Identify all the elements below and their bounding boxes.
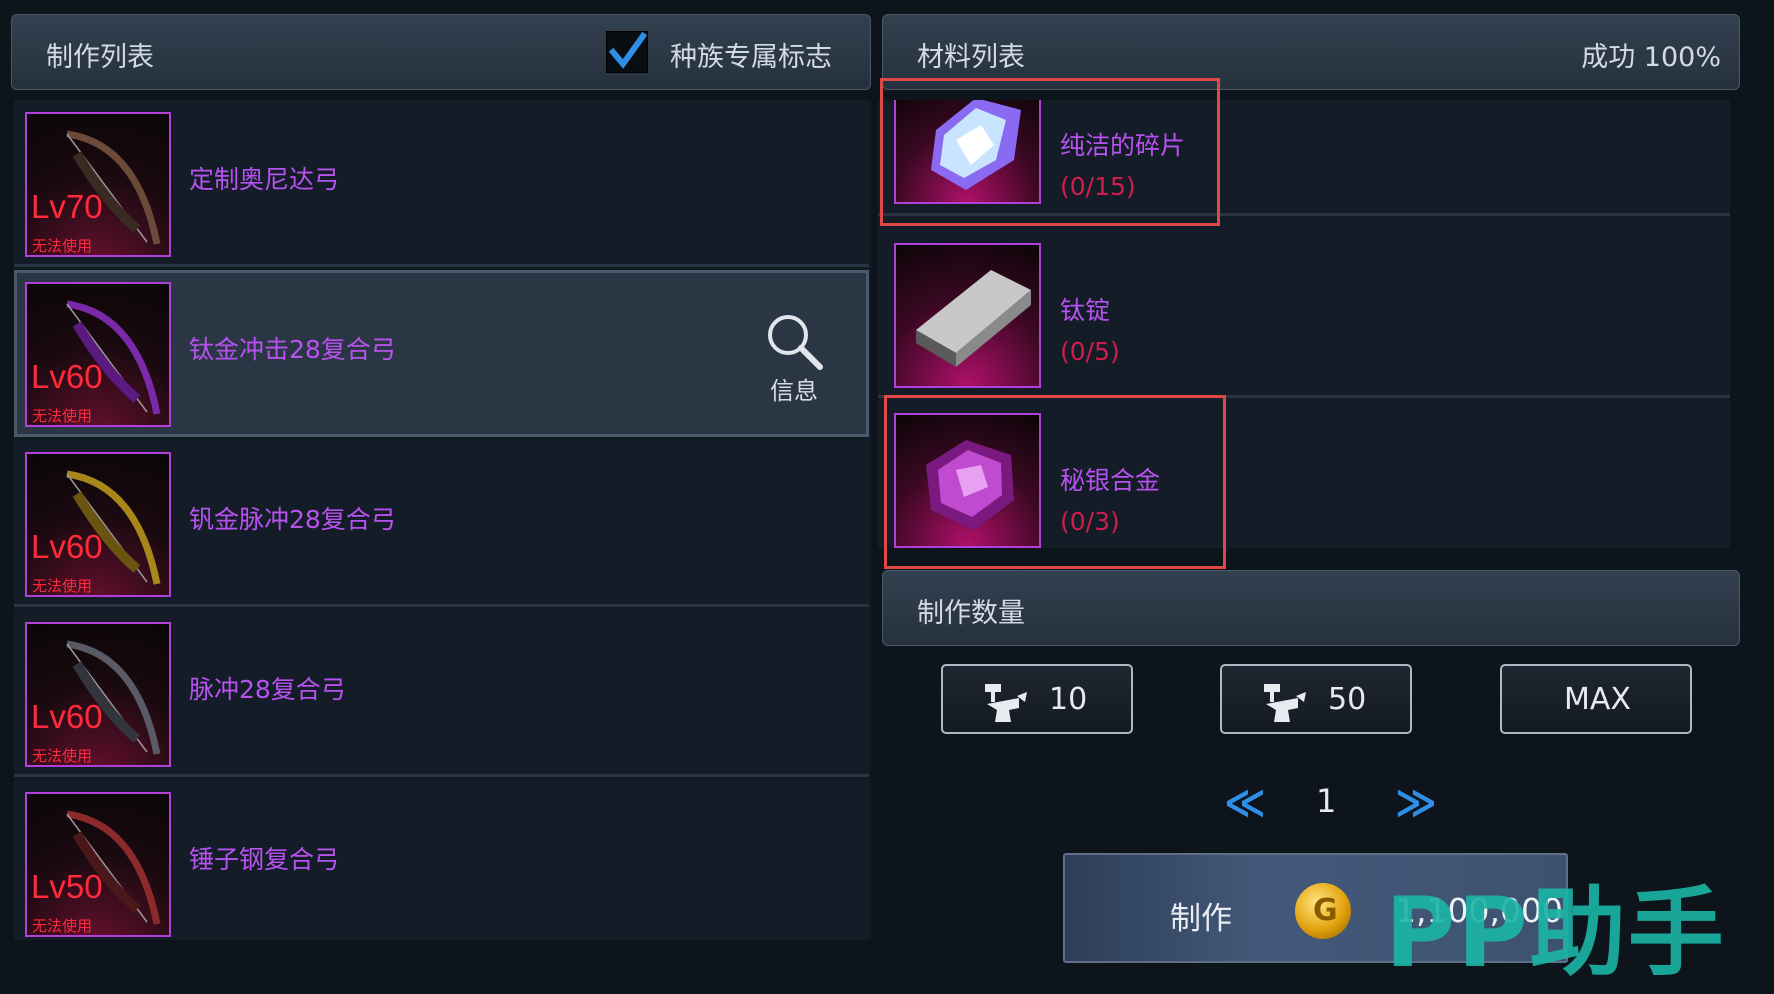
anvil-icon (985, 684, 1027, 722)
craft-label: 制作 (1170, 901, 1232, 937)
bow-thumbnail: Lv70 无法使用 (25, 112, 171, 257)
craft-item-row-selected[interactable]: Lv60 无法使用 钛金冲击28复合弓 信息 (14, 270, 869, 437)
item-name: 锤子钢复合弓 (189, 845, 340, 874)
quantity-label: 10 (1049, 682, 1088, 717)
item-name: 钛金冲击28复合弓 (189, 335, 396, 364)
quantity-value: 1 (1316, 782, 1337, 820)
craft-item-row[interactable]: Lv70 无法使用 定制奥尼达弓 (14, 100, 869, 267)
item-name: 脉冲28复合弓 (189, 675, 346, 704)
bow-thumbnail: Lv50 无法使用 (25, 792, 171, 937)
next-page-button[interactable]: ≫ (1395, 780, 1437, 826)
craft-list-header: 制作列表 种族专属标志 (11, 14, 871, 90)
item-status: 无法使用 (32, 747, 93, 765)
item-level: Lv50 (31, 868, 103, 905)
watermark: PP助手 (1385, 877, 1726, 989)
gold-coin-icon: G (1295, 883, 1351, 939)
craft-item-row[interactable]: Lv50 无法使用 锤子钢复合弓 (14, 780, 869, 940)
craft-item-row[interactable]: Lv60 无法使用 钒金脉冲28复合弓 (14, 440, 869, 607)
checkmark-icon (608, 31, 648, 69)
bow-thumbnail: Lv60 无法使用 (25, 622, 171, 767)
bow-thumbnail: Lv60 无法使用 (25, 282, 171, 427)
item-level: Lv60 (31, 528, 103, 565)
item-status: 无法使用 (32, 577, 93, 595)
info-label: 信息 (770, 377, 818, 405)
anvil-icon (1264, 684, 1306, 722)
quantity-50-button[interactable]: 50 (1220, 664, 1412, 734)
race-flag-label: 种族专属标志 (670, 42, 832, 73)
bow-thumbnail: Lv60 无法使用 (25, 452, 171, 597)
item-status: 无法使用 (32, 237, 93, 255)
quantity-header: 制作数量 (882, 570, 1740, 646)
craft-list: Lv70 无法使用 定制奥尼达弓 Lv60 无法使用 钛金冲击28复合弓 信息 … (14, 100, 871, 940)
quantity-max-button[interactable]: MAX (1500, 664, 1692, 734)
quantity-label: MAX (1564, 682, 1631, 717)
craft-list-title: 制作列表 (46, 42, 154, 73)
quantity-10-button[interactable]: 10 (941, 664, 1133, 734)
item-name: 定制奥尼达弓 (189, 165, 340, 194)
coin-glyph: G (1313, 893, 1338, 928)
material-thumbnail (894, 243, 1041, 388)
item-name: 钒金脉冲28复合弓 (189, 505, 396, 534)
quantity-label: 50 (1328, 682, 1367, 717)
material-count: (0/5) (1060, 337, 1120, 366)
craft-item-row[interactable]: Lv60 无法使用 脉冲28复合弓 (14, 610, 869, 777)
material-name: 钛锭 (1060, 296, 1111, 325)
item-level: Lv60 (31, 698, 103, 735)
item-level: Lv60 (31, 358, 103, 395)
material-row: 钛锭 (0/5) (878, 231, 1730, 398)
prev-page-button[interactable]: ≪ (1224, 780, 1266, 826)
item-status: 无法使用 (32, 407, 93, 425)
info-button[interactable]: 信息 (762, 311, 842, 405)
titanium-ingot-icon (916, 270, 1031, 367)
magnifier-icon (768, 315, 823, 370)
item-level: Lv70 (31, 188, 103, 225)
race-flag-checkbox[interactable] (606, 31, 648, 73)
materials-title: 材料列表 (917, 42, 1025, 73)
item-status: 无法使用 (32, 917, 93, 935)
quantity-title: 制作数量 (917, 598, 1025, 629)
success-rate: 成功 100% (1581, 42, 1721, 73)
highlight-box (884, 395, 1226, 569)
highlight-box (880, 78, 1220, 226)
